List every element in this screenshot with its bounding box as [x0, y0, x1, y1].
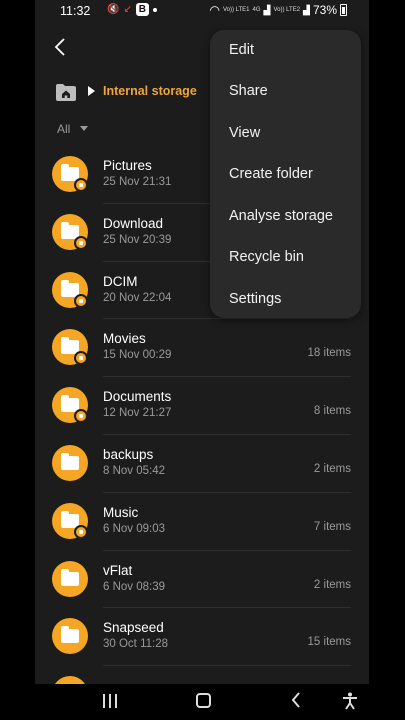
folder-date: 25 Nov 20:39	[103, 233, 172, 246]
list-item[interactable]: Documents 12 Nov 21:27 8 items	[35, 377, 369, 435]
home-folder-icon[interactable]	[55, 82, 77, 102]
back-chevron-icon[interactable]	[290, 690, 302, 714]
status-bar: 11:32 🔇 ↙ B ◠ Vo)) LTE1 4G ▟ Vo)) LTE2 ▟…	[35, 0, 369, 24]
breadcrumb-current[interactable]: Internal storage	[103, 84, 197, 98]
folder-date: 25 Nov 21:31	[103, 176, 172, 188]
home-button-icon[interactable]	[196, 693, 211, 708]
accessibility-icon[interactable]	[342, 692, 358, 710]
app-screen: 11:32 🔇 ↙ B ◠ Vo)) LTE1 4G ▟ Vo)) LTE2 ▟…	[35, 0, 369, 720]
list-item[interactable]: vFlat 6 Nov 08:39 2 items	[35, 551, 369, 609]
play-icon	[74, 351, 88, 366]
app-b-icon: B	[135, 3, 149, 16]
folder-date: 8 Nov 05:42	[103, 465, 166, 477]
folder-name: Snapseed	[103, 620, 164, 636]
network-label-2: 4G	[252, 7, 261, 13]
recent-apps-icon[interactable]	[103, 694, 117, 708]
folder-date: 30 Oct 11:28	[103, 638, 168, 651]
menu-item-analyse-storage[interactable]: Analyse storage	[229, 201, 359, 231]
folder-count: 2 items	[313, 463, 351, 475]
download-icon	[74, 235, 88, 250]
folder-name: Pictures	[103, 158, 152, 173]
folder-name: DCIM	[103, 273, 138, 289]
folder-icon	[52, 445, 88, 481]
battery-icon	[340, 4, 347, 16]
folder-name: backups	[103, 447, 154, 462]
camera-icon	[74, 293, 88, 308]
menu-item-view[interactable]: View	[229, 118, 359, 148]
status-left-icons: 🔇 ↙ B	[107, 3, 157, 16]
folder-count: 8 items	[313, 405, 351, 418]
folder-date: 20 Nov 22:04	[103, 291, 172, 304]
folder-date: 12 Nov 21:27	[103, 407, 172, 420]
list-item[interactable]: Movies 15 Nov 00:29 18 items	[35, 319, 369, 378]
folder-name: vFlat	[103, 562, 133, 578]
menu-item-settings[interactable]: Settings	[229, 284, 359, 314]
folder-count: 15 items	[307, 636, 351, 649]
music-note-icon	[74, 524, 88, 539]
list-item[interactable]: backups 8 Nov 05:42 2 items	[35, 435, 369, 493]
document-icon	[74, 409, 88, 424]
breadcrumb-separator-icon	[88, 86, 95, 96]
folder-count: 2 items	[313, 578, 351, 591]
folder-name: Music	[103, 504, 139, 520]
back-arrow-icon[interactable]	[53, 36, 73, 60]
menu-item-recycle-bin[interactable]: Recycle bin	[229, 242, 359, 272]
folder-date: 6 Nov 08:39	[103, 580, 166, 593]
chevron-down-icon[interactable]	[80, 126, 88, 131]
battery-percent: 73%	[312, 3, 337, 17]
folder-count: 18 items	[307, 347, 351, 360]
network-label-1: Vo)) LTE1	[222, 7, 250, 13]
system-nav-bar	[0, 684, 405, 720]
menu-item-create-folder[interactable]: Create folder	[229, 159, 359, 189]
overflow-menu: Edit Share View Create folder Analyse st…	[210, 30, 361, 318]
image-icon	[74, 178, 88, 192]
menu-item-share[interactable]: Share	[229, 76, 359, 106]
status-right-icons: ◠ Vo)) LTE1 4G ▟ Vo)) LTE2 ▟ 73%	[209, 3, 347, 17]
folder-icon	[52, 560, 88, 597]
mute-icon: 🔇	[107, 4, 120, 15]
signal-icon: ▟	[263, 4, 271, 15]
wifi-icon: ◠	[209, 3, 220, 17]
list-item[interactable]: Snapseed 30 Oct 11:28 15 items	[35, 608, 369, 667]
signal-2-icon: ▟	[303, 4, 310, 15]
menu-item-edit[interactable]: Edit	[229, 35, 359, 65]
more-notifications-icon	[152, 7, 157, 12]
filter-label[interactable]: All	[57, 122, 70, 136]
network-label-3: Vo)) LTE2	[273, 7, 301, 13]
folder-name: Download	[103, 215, 164, 231]
folder-icon	[52, 618, 88, 655]
folder-count: 7 items	[313, 520, 351, 533]
list-item[interactable]: Music 6 Nov 09:03 7 items	[35, 493, 369, 551]
status-time: 11:32	[60, 4, 91, 18]
folder-name: Documents	[103, 389, 172, 405]
missed-call-icon: ↙	[123, 4, 132, 15]
folder-date: 15 Nov 00:29	[103, 349, 172, 362]
folder-name: Movies	[103, 331, 146, 347]
folder-date: 6 Nov 09:03	[103, 522, 166, 535]
